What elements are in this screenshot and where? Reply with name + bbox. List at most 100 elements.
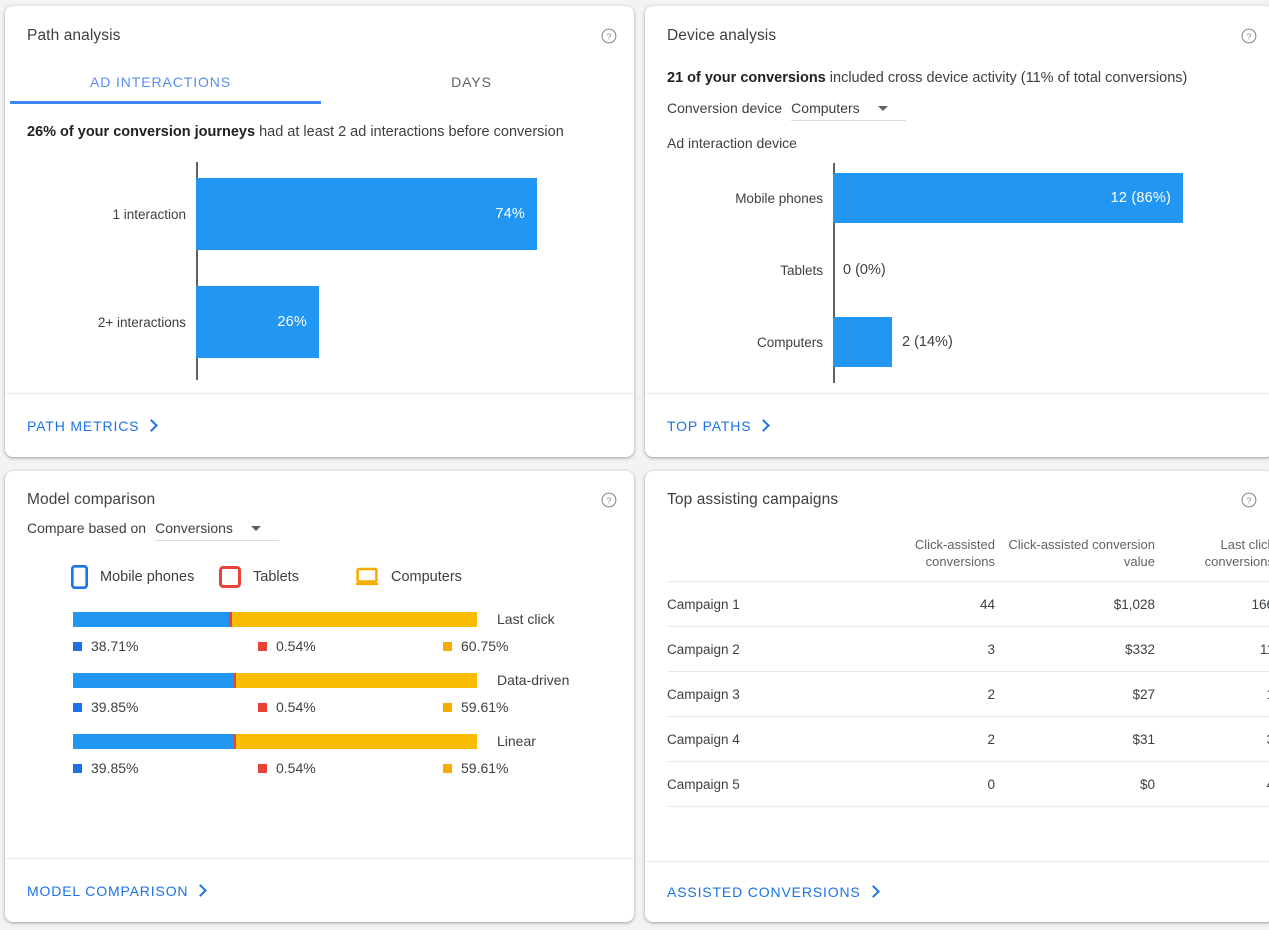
bar-row-tablets: Tablets 0 (0%)	[645, 245, 1245, 295]
path-analysis-body: Path analysis ? AD INTERACTIONS DAYS 26%…	[5, 6, 634, 393]
table-row[interactable]: Campaign 2 3 $332 11	[667, 627, 1269, 672]
compare-based-on-row: Compare based on Conversions	[5, 510, 634, 541]
col-header-click-assisted-conversion-value: Click-assisted conversion value	[995, 536, 1155, 582]
bar-computers[interactable]	[833, 317, 892, 367]
table-row[interactable]: Campaign 3 2 $27 1	[667, 672, 1269, 717]
tab-days[interactable]: DAYS	[316, 60, 627, 104]
table-row[interactable]: Campaign 5 0 $0 4	[667, 762, 1269, 807]
pct-computers-data-driven: 59.61%	[443, 699, 508, 715]
compare-based-on-label: Compare based on	[27, 520, 146, 536]
top-paths-link-label: TOP PATHS	[667, 418, 751, 434]
stacked-bar-last-click[interactable]	[73, 612, 477, 627]
device-analysis-footer: TOP PATHS	[645, 393, 1269, 457]
pct-tablets-data-driven: 0.54%	[258, 699, 443, 715]
pct-mobile-phones-last-click: 38.71%	[73, 638, 258, 654]
table-row[interactable]: Campaign 1 44 $1,028 166	[667, 582, 1269, 627]
model-comparison-legend: Mobile phones Tablets Computers	[5, 541, 634, 589]
model-comparison-body: Model comparison ? Compare based on Conv…	[5, 471, 634, 858]
top-assisting-campaigns-body: Top assisting campaigns ?	[645, 471, 1269, 861]
bar-value-computers: 2 (14%)	[892, 334, 953, 350]
conversion-device-dropdown[interactable]: Computers	[791, 100, 887, 121]
bar-mobile-phones[interactable]: 12 (86%)	[833, 173, 1183, 223]
swatch-mobile-phones	[73, 764, 82, 773]
cell-click-assisted-conversions: 3	[875, 627, 995, 672]
ad-interaction-device-label: Ad interaction device	[645, 121, 1269, 151]
legend-label-tablets: Tablets	[253, 569, 299, 585]
model-comparison-link[interactable]: MODEL COMPARISON	[27, 883, 205, 899]
swatch-computers	[443, 642, 452, 651]
assisted-conversions-link[interactable]: ASSISTED CONVERSIONS	[667, 884, 878, 900]
top-assisting-campaigns-header: Top assisting campaigns ?	[645, 471, 1269, 510]
stack-segment-mobile-phones	[73, 612, 229, 627]
pct-value: 0.54%	[276, 638, 316, 654]
model-name-linear: Linear	[497, 733, 536, 749]
bar-value-mobile-phones: 12 (86%)	[1111, 190, 1183, 206]
stack-segment-mobile-phones	[73, 734, 234, 749]
cell-campaign-name: Campaign 2	[667, 627, 875, 672]
active-tab-indicator	[10, 101, 321, 104]
chevron-right-icon	[758, 419, 771, 432]
path-metrics-link[interactable]: PATH METRICS	[27, 418, 156, 434]
top-assisting-campaigns-footer: ASSISTED CONVERSIONS	[645, 861, 1269, 923]
cell-click-assisted-conversion-value: $31	[995, 717, 1155, 762]
pct-computers-linear: 59.61%	[443, 760, 508, 776]
top-assisting-campaigns-title: Top assisting campaigns	[667, 490, 838, 510]
svg-text:?: ?	[1247, 31, 1252, 41]
help-circle-icon[interactable]: ?	[1240, 491, 1258, 509]
swatch-tablets	[258, 764, 267, 773]
pct-value: 39.85%	[91, 699, 138, 715]
cell-click-assisted-conversion-value: $0	[995, 762, 1155, 807]
dropdown-underline	[155, 540, 279, 541]
bar-2plus-interactions[interactable]: 26%	[196, 286, 319, 358]
table-empty-row	[667, 807, 1269, 861]
swatch-tablets	[258, 703, 267, 712]
path-analysis-subtitle: 26% of your conversion journeys had at l…	[5, 104, 634, 142]
legend-label-mobile-phones: Mobile phones	[100, 569, 194, 585]
campaigns-table: Click-assisted conversions Click-assiste…	[667, 536, 1269, 861]
chevron-right-icon	[867, 885, 880, 898]
bar-label-tablets: Tablets	[645, 263, 833, 278]
path-analysis-header: Path analysis ?	[5, 6, 634, 46]
device-analysis-headline-rest: included cross device activity (11% of t…	[826, 70, 1188, 86]
stack-segment-computers	[236, 734, 477, 749]
help-circle-icon[interactable]: ?	[600, 27, 618, 45]
table-row[interactable]: Campaign 4 2 $31 3	[667, 717, 1269, 762]
bar-value-tablets: 0 (0%)	[833, 262, 886, 278]
bar-label-computers: Computers	[645, 335, 833, 350]
stacked-bar-linear[interactable]	[73, 734, 477, 749]
cell-campaign-name: Campaign 1	[667, 582, 875, 627]
swatch-computers	[443, 764, 452, 773]
model-comparison-rows: Last click 38.71% 0.54% 60	[5, 589, 634, 776]
dropdown-underline	[791, 120, 905, 121]
svg-text:?: ?	[1247, 495, 1252, 505]
bar-1-interaction[interactable]: 74%	[196, 178, 537, 250]
top-assisting-campaigns-card: Top assisting campaigns ?	[645, 471, 1269, 922]
mobile-phone-icon	[71, 565, 88, 589]
help-circle-icon[interactable]: ?	[1240, 27, 1258, 45]
device-analysis-body: Device analysis ? 21 of your conversions…	[645, 6, 1269, 393]
cell-last-click-conversions: 1	[1155, 672, 1269, 717]
model-comparison-link-label: MODEL COMPARISON	[27, 883, 188, 899]
device-analysis-headline-bold: 21 of your conversions	[667, 70, 826, 86]
compare-based-on-dropdown[interactable]: Conversions	[155, 520, 261, 541]
dashboard-grid: Path analysis ? AD INTERACTIONS DAYS 26%…	[0, 0, 1269, 927]
pct-value: 0.54%	[276, 760, 316, 776]
cell-click-assisted-conversions: 0	[875, 762, 995, 807]
bar-row-2plus-interactions: 2+ interactions 26%	[5, 286, 585, 358]
top-paths-link[interactable]: TOP PATHS	[667, 418, 768, 434]
assisted-conversions-link-label: ASSISTED CONVERSIONS	[667, 884, 861, 900]
path-analysis-subtitle-bold: 26% of your conversion journeys	[27, 124, 255, 140]
bar-row-mobile-phones: Mobile phones 12 (86%)	[645, 173, 1245, 223]
stack-segment-mobile-phones	[73, 673, 234, 688]
bar-label-mobile-phones: Mobile phones	[645, 191, 833, 206]
chevron-right-icon	[145, 419, 158, 432]
cell-click-assisted-conversions: 2	[875, 672, 995, 717]
help-circle-icon[interactable]: ?	[600, 491, 618, 509]
cell-click-assisted-conversions: 44	[875, 582, 995, 627]
page-title: Path analysis	[27, 26, 121, 46]
stacked-bar-data-driven[interactable]	[73, 673, 477, 688]
device-analysis-title: Device analysis	[667, 26, 776, 46]
model-row-data-driven: Data-driven 39.85% 0.54% 5	[5, 672, 634, 715]
tab-ad-interactions[interactable]: AD INTERACTIONS	[5, 60, 316, 104]
swatch-mobile-phones	[73, 642, 82, 651]
